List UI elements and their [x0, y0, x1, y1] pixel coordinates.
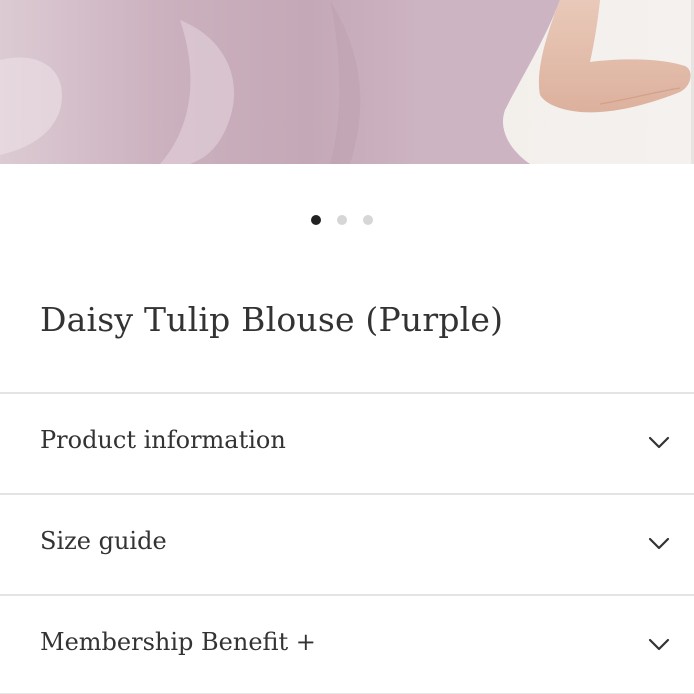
accordion-label: Product information [40, 426, 286, 454]
product-page: Daisy Tulip Blouse (Purple) Product info… [0, 0, 694, 694]
accordion-size-guide[interactable]: Size guide [0, 493, 694, 594]
chevron-down-icon[interactable] [648, 537, 670, 551]
accordion-label: Membership Benefit + [40, 628, 316, 656]
product-photo-illustration [0, 0, 694, 164]
product-image[interactable] [0, 0, 694, 164]
carousel-dot-1[interactable] [311, 215, 321, 225]
accordion-membership-benefit[interactable]: Membership Benefit + [0, 594, 694, 694]
accordion-label: Size guide [40, 527, 167, 555]
product-title: Daisy Tulip Blouse (Purple) [40, 300, 504, 339]
accordion-product-information[interactable]: Product information [0, 392, 694, 493]
carousel-dot-2[interactable] [337, 215, 347, 225]
chevron-down-icon[interactable] [648, 638, 670, 652]
product-details-accordion: Product information Size guide Membershi… [0, 392, 694, 694]
carousel-dot-3[interactable] [363, 215, 373, 225]
carousel-indicator [0, 215, 694, 227]
chevron-down-icon[interactable] [648, 436, 670, 450]
